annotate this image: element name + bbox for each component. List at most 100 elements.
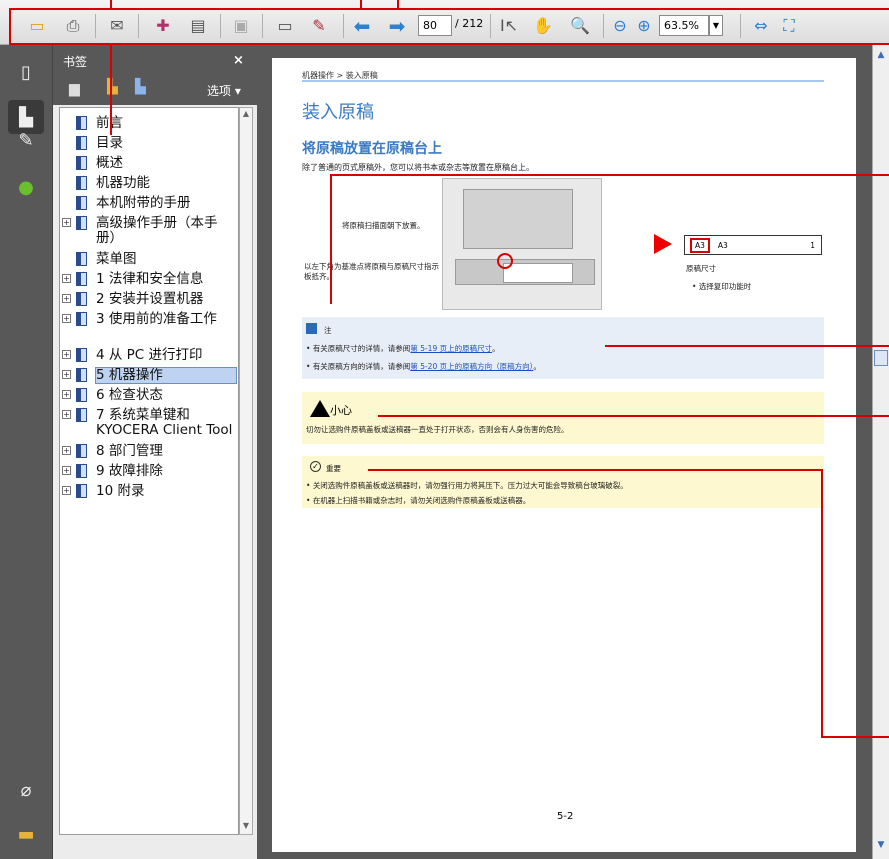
expand-toggle-icon[interactable]: + bbox=[62, 466, 71, 475]
bookmark-label: 前言 bbox=[96, 116, 236, 131]
bookmark-label: 5 机器操作 bbox=[95, 367, 237, 384]
bookmark-label: 目录 bbox=[96, 135, 123, 151]
bookmark-label: 8 部门管理 bbox=[96, 443, 163, 459]
bookmark-icon bbox=[76, 216, 87, 230]
expand-toggle-icon[interactable]: + bbox=[62, 486, 71, 495]
expand-bookmark-icon[interactable]: ▙ bbox=[135, 79, 146, 95]
expand-toggle-icon[interactable]: + bbox=[62, 218, 71, 227]
bookmarks-header: 书签 × ▆ ▙ ▙ 选项 ▾ bbox=[53, 45, 258, 105]
note-box: 注 • 有关原稿尺寸的详情，请参阅第 5-19 页上的原稿尺寸。 • 有关原稿方… bbox=[302, 317, 824, 379]
scanner-illustration bbox=[442, 178, 602, 310]
close-icon[interactable]: × bbox=[233, 53, 244, 68]
bookmark-icon bbox=[76, 176, 87, 190]
bookmark-label: 2 安装并设置机器 bbox=[96, 291, 204, 307]
callout-line bbox=[378, 415, 889, 417]
bookmark-item[interactable]: +10 附录 bbox=[60, 484, 238, 499]
document-page: 机器操作 > 装入原稿 装入原稿 将原稿放置在原稿台上 除了普通的页式原稿外，您… bbox=[272, 58, 856, 852]
bookmark-label: 6 检查状态 bbox=[96, 387, 163, 403]
important-line-2: • 在机器上扫描书籍或杂志时，请勿关闭选购件原稿盖板或送稿器。 bbox=[306, 496, 531, 505]
caution-title: 小心 bbox=[330, 404, 352, 417]
bookmark-icon bbox=[76, 368, 87, 382]
bookmark-icon bbox=[76, 388, 87, 402]
bookmark-item[interactable]: +3 使用前的准备工作 bbox=[60, 312, 238, 342]
expand-toggle-icon[interactable]: + bbox=[62, 350, 71, 359]
callout-line bbox=[368, 469, 822, 471]
bookmark-item[interactable]: +6 检查状态 bbox=[60, 388, 238, 403]
bookmark-label: 1 法律和安全信息 bbox=[96, 271, 204, 287]
expand-toggle-icon[interactable]: + bbox=[62, 370, 71, 379]
bookmark-icon bbox=[76, 116, 87, 130]
bookmark-icon bbox=[76, 136, 87, 150]
figure-caption: 原稿尺寸 bbox=[686, 264, 716, 273]
bookmark-icon bbox=[76, 272, 87, 286]
callout-line bbox=[397, 0, 399, 8]
bookmark-item[interactable]: 目录 bbox=[60, 136, 238, 151]
bookmark-label: 10 附录 bbox=[96, 483, 145, 499]
bookmark-icon bbox=[76, 444, 87, 458]
bookmark-item[interactable]: +2 安装并设置机器 bbox=[60, 292, 238, 307]
note-title: 注 bbox=[324, 326, 332, 335]
scroll-thumb[interactable] bbox=[874, 350, 888, 366]
callout-line bbox=[821, 469, 823, 737]
scroll-down-icon[interactable]: ▼ bbox=[874, 840, 888, 854]
bookmark-item[interactable]: 本机附带的手册 bbox=[60, 196, 238, 211]
bookmark-item[interactable]: +7 系统菜单键和 KYOCERA Client Tool bbox=[60, 408, 238, 438]
bookmark-icon bbox=[76, 408, 87, 422]
bookmark-item[interactable]: + 高级操作手册（本手册） bbox=[60, 216, 238, 246]
bookmarks-panel: 书签 × ▆ ▙ ▙ 选项 ▾ 前言目录概述机器功能本机附带的手册 + 高级操作手册… bbox=[52, 45, 258, 859]
header-rule bbox=[302, 80, 824, 82]
bookmark-item[interactable]: +1 法律和安全信息 bbox=[60, 272, 238, 287]
delete-bookmark-icon[interactable]: ▆ bbox=[69, 81, 80, 97]
bookmark-item[interactable]: +8 部门管理 bbox=[60, 444, 238, 459]
bookmark-tree: 前言目录概述机器功能本机附带的手册 + 高级操作手册（本手册） 菜单图 +1 法律和安全… bbox=[59, 107, 239, 835]
important-title: 重要 bbox=[326, 464, 341, 473]
bookmark-item[interactable]: 菜单图 bbox=[60, 252, 238, 267]
bookmark-item[interactable]: 机器功能 bbox=[60, 176, 238, 191]
play-arrow-icon bbox=[654, 234, 672, 254]
callout-line bbox=[605, 345, 889, 347]
callout-line bbox=[110, 0, 112, 8]
expand-toggle-icon[interactable]: + bbox=[62, 446, 71, 455]
callout-line bbox=[110, 45, 112, 135]
page-number: 5-2 bbox=[557, 811, 574, 822]
bookmark-label: 4 从 PC 进行打印 bbox=[96, 347, 203, 363]
bookmark-item[interactable]: +9 故障排除 bbox=[60, 464, 238, 479]
new-bookmark-icon[interactable]: ▙ bbox=[107, 79, 118, 95]
signatures-icon[interactable]: ✎ bbox=[8, 123, 44, 157]
alignment-marker bbox=[497, 253, 513, 269]
expand-toggle-icon[interactable]: + bbox=[62, 314, 71, 323]
bookmark-item[interactable]: +5 机器操作 bbox=[60, 367, 238, 384]
expand-toggle-icon[interactable]: + bbox=[62, 410, 71, 419]
important-box: ✓ 重要 • 关闭选购件原稿盖板或送稿器时，请勿强行用力将其压下。压力过大可能会… bbox=[302, 456, 824, 508]
expand-toggle-icon[interactable]: + bbox=[62, 274, 71, 283]
bookmark-icon bbox=[76, 464, 87, 478]
pages-icon[interactable]: ▯ bbox=[8, 55, 44, 89]
bookmark-item[interactable]: 前言 bbox=[60, 116, 238, 131]
check-icon: ✓ bbox=[310, 461, 321, 472]
figure-label-face-down: 将原稿扫描面朝下放置。 bbox=[342, 221, 425, 230]
figure-bullet: • 选择复印功能时 bbox=[692, 282, 752, 291]
help-icon[interactable]: ● bbox=[8, 170, 44, 204]
bookmark-label: 概述 bbox=[96, 155, 123, 171]
comments-icon[interactable]: ▬ bbox=[8, 817, 44, 851]
link-orientation[interactable]: 第 5-20 页上的原稿方向（原稿方向） bbox=[410, 362, 533, 371]
caution-text: 切勿让选购件原稿盖板或送稿器一直处于打开状态，否则会有人身伤害的危险。 bbox=[306, 425, 569, 434]
bookmarks-scrollbar[interactable]: ▲ ▼ bbox=[239, 107, 253, 835]
bookmark-item[interactable]: 概述 bbox=[60, 156, 238, 171]
link-size[interactable]: 第 5-19 页上的原稿尺寸 bbox=[410, 344, 492, 353]
size-panel: A3 A3 1 bbox=[684, 235, 822, 255]
navigation-pane: ▯ ▙ ✎ ● ⌀ ▬ bbox=[0, 45, 52, 859]
attachments-icon[interactable]: ⌀ bbox=[8, 773, 44, 807]
options-menu[interactable]: 选项 ▾ bbox=[207, 82, 241, 99]
scroll-up-icon[interactable]: ▲ bbox=[874, 50, 888, 64]
expand-toggle-icon[interactable]: + bbox=[62, 294, 71, 303]
toolbar-highlight-frame bbox=[9, 8, 889, 45]
bookmark-item[interactable]: +4 从 PC 进行打印 bbox=[60, 348, 238, 363]
expand-toggle-icon[interactable]: + bbox=[62, 390, 71, 399]
bookmark-label: 9 故障排除 bbox=[96, 463, 163, 479]
bookmark-icon bbox=[76, 348, 87, 362]
bookmark-label: 3 使用前的准备工作 bbox=[96, 311, 217, 327]
bookmark-icon bbox=[76, 252, 87, 266]
bookmark-label: 高级操作手册（本手册） bbox=[96, 215, 218, 246]
bookmark-label: 菜单图 bbox=[96, 251, 137, 267]
